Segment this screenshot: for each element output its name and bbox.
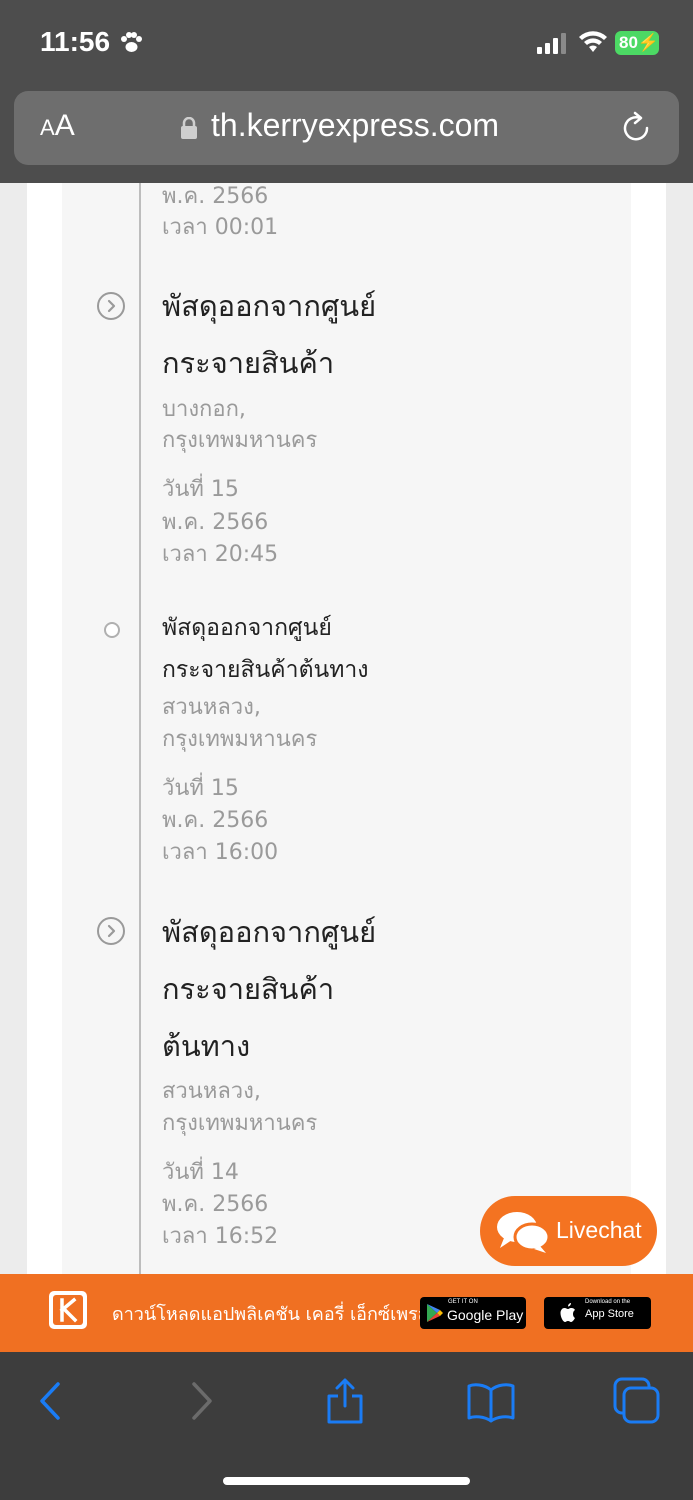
event-title-line: พัสดุออกจากศูนย์ xyxy=(162,615,332,641)
event-location: สวนหลวง, xyxy=(162,695,261,720)
url-text[interactable]: th.kerryexpress.com xyxy=(211,107,499,144)
tracking-card xyxy=(27,183,666,1274)
event-time: เวลา 16:00 xyxy=(162,840,279,865)
apple-icon xyxy=(560,1303,575,1322)
event-date: พ.ค. 2566 xyxy=(162,184,269,209)
event-title-line: กระจายสินค้า xyxy=(162,346,335,380)
reload-icon[interactable] xyxy=(620,111,654,145)
event-time: เวลา 16:52 xyxy=(162,1224,279,1249)
event-day: วันที่ 14 xyxy=(162,1160,239,1185)
text-size-large-a: A xyxy=(54,109,75,142)
event-location: กรุงเทพมหานคร xyxy=(162,428,318,453)
chevron-right-icon xyxy=(97,917,125,945)
event-location: บางกอก, xyxy=(162,397,246,422)
event-title-line: พัสดุออกจากศูนย์ xyxy=(162,915,377,949)
google-play-badge[interactable]: GET IT ON Google Play xyxy=(420,1297,526,1329)
event-date: พ.ค. 2566 xyxy=(162,1192,269,1217)
battery-level: 80 xyxy=(619,33,638,52)
event-day: วันที่ 15 xyxy=(162,776,239,801)
event-date: พ.ค. 2566 xyxy=(162,808,269,833)
text-size-small-a: A xyxy=(40,115,55,140)
status-time: 11:56 xyxy=(40,26,111,57)
google-play-small-text: GET IT ON xyxy=(448,1299,478,1305)
address-bar[interactable]: AA th.kerryexpress.com xyxy=(14,91,679,165)
tabs-icon[interactable] xyxy=(612,1376,662,1426)
event-location: กรุงเทพมหานคร xyxy=(162,1111,318,1136)
app-download-banner[interactable]: ดาวน์โหลดแอปพลิเคชัน เคอรี่ เอ็กซ์เพรส G… xyxy=(0,1274,693,1352)
livechat-label: Livechat xyxy=(556,1217,642,1243)
event-time: เวลา 20:45 xyxy=(162,542,279,567)
app-store-small-text: Download on the xyxy=(585,1299,631,1305)
event-location: สวนหลวง, xyxy=(162,1079,261,1104)
charging-bolt-icon: ⚡ xyxy=(637,33,660,52)
lock-icon xyxy=(181,117,197,139)
chat-bubbles-icon xyxy=(497,1212,550,1253)
chevron-right-icon xyxy=(97,292,125,320)
livechat-button[interactable]: Livechat xyxy=(480,1196,657,1266)
text-size-button[interactable]: AA xyxy=(40,109,75,143)
event-title-line: กระจายสินค้าต้นทาง xyxy=(162,657,369,683)
timeline-line xyxy=(139,183,141,1274)
wifi-icon xyxy=(579,31,607,52)
forward-icon[interactable] xyxy=(176,1376,226,1426)
app-store-text: App Store xyxy=(585,1308,634,1320)
event-location: กรุงเทพมหานคร xyxy=(162,727,318,752)
event-day: วันที่ 15 xyxy=(162,477,239,502)
cellular-signal-icon xyxy=(537,33,566,54)
event-time: เวลา 00:01 xyxy=(162,215,279,240)
share-icon[interactable] xyxy=(320,1376,370,1426)
event-title-line: พัสดุออกจากศูนย์ xyxy=(162,289,377,323)
battery-indicator: 80⚡ xyxy=(615,31,659,55)
event-title-line: ต้นทาง xyxy=(162,1029,251,1063)
google-play-text: Google Play xyxy=(447,1307,524,1323)
bookmarks-icon[interactable] xyxy=(466,1376,516,1426)
timeline-dot xyxy=(104,622,120,638)
google-play-icon xyxy=(427,1304,443,1322)
event-title-line: กระจายสินค้า xyxy=(162,972,335,1006)
paw-icon xyxy=(121,32,142,52)
kerry-logo xyxy=(49,1291,87,1329)
timeline-panel xyxy=(62,183,631,1274)
web-page: พ.ค. 2566 เวลา 00:01 พัสดุออกจากศูนย์ กร… xyxy=(0,183,693,1274)
browser-top-bar: 11:56 80⚡ AA th.kerryexpress.com xyxy=(0,0,693,183)
home-indicator xyxy=(223,1477,470,1485)
event-date: พ.ค. 2566 xyxy=(162,510,269,535)
back-icon[interactable] xyxy=(26,1376,76,1426)
banner-text: ดาวน์โหลดแอปพลิเคชัน เคอรี่ เอ็กซ์เพรส xyxy=(112,1304,429,1325)
app-store-badge[interactable]: Download on the App Store xyxy=(544,1297,651,1329)
